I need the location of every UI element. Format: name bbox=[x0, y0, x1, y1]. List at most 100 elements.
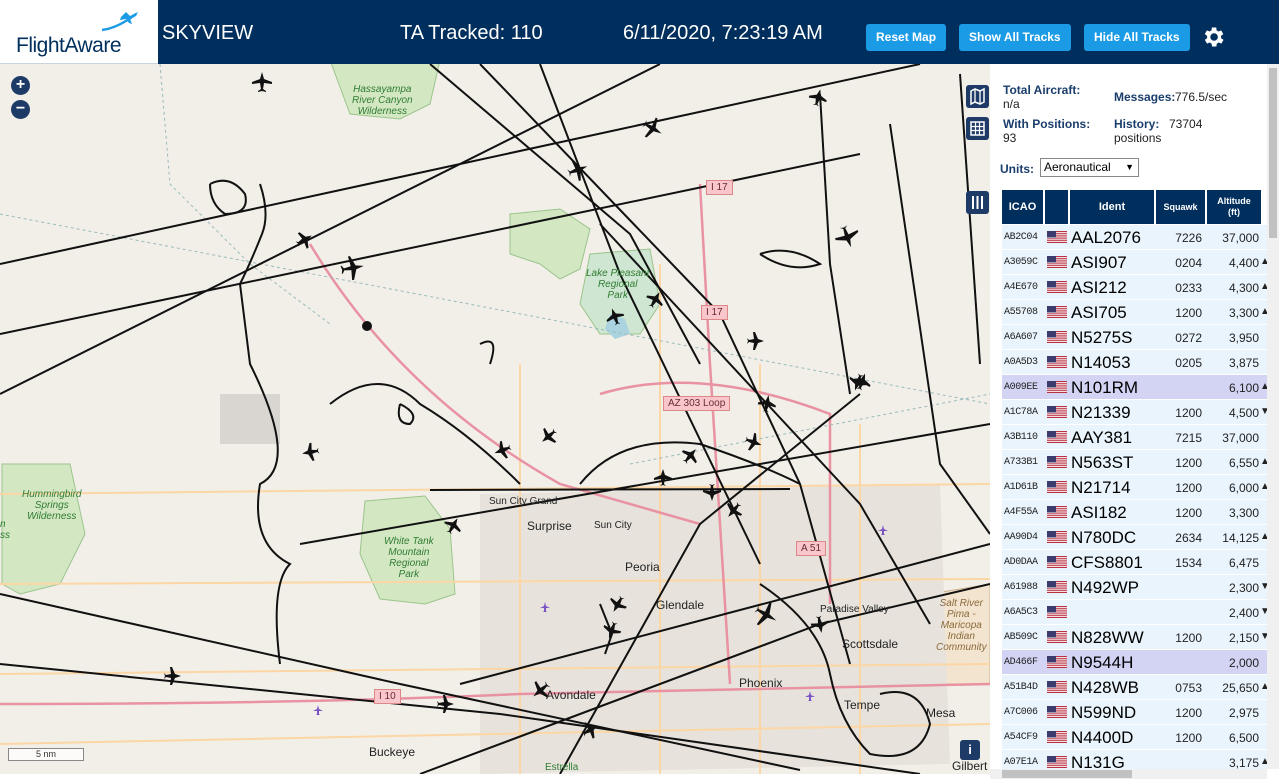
map-view[interactable]: Hassayampa River Canyon Wilderness Lake … bbox=[0, 64, 990, 774]
ident-cell: ASI182 bbox=[1071, 503, 1127, 522]
place-label: Surprise bbox=[527, 519, 572, 533]
table-row[interactable]: A6A5C3 2,400 ▼ bbox=[1002, 600, 1270, 625]
table-row[interactable]: A6A607 N5275S 0272 3,950 bbox=[1002, 325, 1267, 350]
place-label: Sun City Grand bbox=[489, 496, 558, 507]
table-row[interactable]: A0A5D3 N14053 0205 3,875 bbox=[1002, 350, 1267, 375]
top-bar: FlightAware SKYVIEW TA Tracked: 110 6/11… bbox=[0, 0, 1279, 64]
icao-cell: A4F55A bbox=[1004, 507, 1038, 518]
us-flag-icon bbox=[1047, 381, 1067, 393]
place-label: Buckeye bbox=[369, 745, 416, 759]
map-basemap bbox=[0, 64, 990, 774]
col-altitude[interactable]: Altitude (ft) bbox=[1207, 190, 1262, 224]
icao-cell: A55708 bbox=[1004, 307, 1038, 318]
info-button[interactable]: i bbox=[960, 740, 980, 760]
scrollbar-thumb[interactable] bbox=[1269, 68, 1277, 238]
altitude-cell: 6,500 bbox=[1228, 731, 1259, 745]
altitude-cell: 2,400 bbox=[1228, 606, 1259, 620]
altitude-cell: 4,300 bbox=[1228, 281, 1259, 295]
horizontal-scrollbar[interactable] bbox=[990, 769, 1267, 779]
scrollbar-thumb[interactable] bbox=[1002, 770, 1132, 778]
table-row[interactable]: AB2C04 AAL2076 7226 37,000 bbox=[1002, 225, 1267, 250]
col-flag[interactable] bbox=[1045, 190, 1069, 224]
ident-cell: ASI212 bbox=[1071, 278, 1127, 297]
icao-cell: A07E1A bbox=[1004, 757, 1038, 768]
park-label-hassayampa: Hassayampa River Canyon Wilderness bbox=[352, 84, 413, 117]
table-row[interactable]: A55708 ASI705 1200 3,300 ▲ bbox=[1002, 300, 1270, 325]
squawk-cell: 1200 bbox=[1175, 631, 1202, 645]
table-row[interactable]: AD466F N9544H 2,000 bbox=[1002, 650, 1267, 675]
messages-value: 776.5/sec bbox=[1175, 90, 1228, 104]
us-flag-icon bbox=[1047, 581, 1067, 593]
altitude-cell: 6,475 bbox=[1228, 556, 1259, 570]
table-row[interactable]: A4E670 ASI212 0233 4,300 ▲ bbox=[1002, 275, 1270, 300]
gear-icon[interactable] bbox=[1200, 24, 1226, 50]
clock: 6/11/2020, 7:23:19 AM bbox=[623, 22, 823, 44]
table-row[interactable]: AA90D4 N780DC 2634 14,125 ▲ bbox=[1002, 525, 1270, 550]
icao-cell: AD0DAA bbox=[1004, 557, 1038, 568]
icao-cell: A1D61B bbox=[1004, 482, 1038, 493]
ident-cell: N780DC bbox=[1071, 528, 1137, 547]
table-row[interactable]: A51B4D N428WB 0753 25,650 ▲ bbox=[1002, 675, 1270, 700]
squawk-cell: 1534 bbox=[1175, 556, 1202, 570]
hide-all-tracks-button[interactable]: Hide All Tracks bbox=[1084, 24, 1190, 51]
us-flag-icon bbox=[1047, 656, 1067, 668]
zoom-in-button[interactable]: + bbox=[11, 76, 30, 95]
icao-cell: A54CF9 bbox=[1004, 732, 1038, 743]
zoom-out-button[interactable]: − bbox=[11, 100, 30, 119]
tracked-count: TA Tracked: 110 bbox=[400, 22, 543, 44]
table-row[interactable]: AB509C N828WW 1200 2,150 ▼ bbox=[1002, 625, 1270, 650]
squawk-cell: 0272 bbox=[1175, 331, 1202, 345]
icao-cell: A6A607 bbox=[1004, 332, 1038, 343]
squawk-cell: 0204 bbox=[1175, 256, 1202, 270]
icao-cell: A1C78A bbox=[1004, 407, 1038, 418]
us-flag-icon bbox=[1047, 281, 1067, 293]
table-row[interactable]: A54CF9 N4400D 1200 6,500 bbox=[1002, 725, 1267, 750]
table-row[interactable]: A3B110 AAY381 7215 37,000 bbox=[1002, 425, 1267, 450]
altitude-cell: 3,175 bbox=[1228, 756, 1259, 770]
table-row[interactable]: A4F55A ASI182 1200 3,300 bbox=[1002, 500, 1267, 525]
icao-cell: A3059C bbox=[1004, 257, 1038, 268]
altitude-cell: 2,300 bbox=[1228, 581, 1259, 595]
squawk-cell: 7215 bbox=[1175, 431, 1202, 445]
altitude-cell: 37,000 bbox=[1222, 431, 1259, 445]
squawk-cell: 1200 bbox=[1175, 306, 1202, 320]
icao-cell: AA90D4 bbox=[1004, 532, 1038, 543]
squawk-cell: 1200 bbox=[1175, 456, 1202, 470]
table-row[interactable]: A7C006 N599ND 1200 2,975 bbox=[1002, 700, 1267, 725]
col-ident[interactable]: Ident bbox=[1070, 190, 1155, 224]
col-icao[interactable]: ICAO bbox=[1002, 190, 1044, 224]
us-flag-icon bbox=[1047, 531, 1067, 543]
table-row[interactable]: A1D61B N21714 1200 6,000 ▲ bbox=[1002, 475, 1270, 500]
history-value: 73704 bbox=[1169, 117, 1203, 131]
total-aircraft-value: n/a bbox=[1003, 97, 1020, 111]
positions-label: With Positions: bbox=[1003, 117, 1091, 131]
us-flag-icon bbox=[1047, 456, 1067, 468]
sidebar-toggle-button[interactable] bbox=[966, 191, 989, 214]
altitude-cell: 2,975 bbox=[1228, 706, 1259, 720]
ident-cell: N101RM bbox=[1071, 378, 1139, 397]
place-label: Tempe bbox=[844, 698, 881, 712]
table-row[interactable]: A733B1 N563ST 1200 6,550 ▲ bbox=[1002, 450, 1270, 475]
vertical-scrollbar[interactable] bbox=[1267, 64, 1279, 769]
place-label: Peoria bbox=[625, 560, 660, 574]
table-row[interactable]: AD0DAA CFS8801 1534 6,475 bbox=[1002, 550, 1267, 575]
place-label: Gilbert bbox=[952, 759, 988, 773]
table-row[interactable]: A009EE N101RM 6,100 ▲ bbox=[1002, 375, 1270, 400]
flightaware-logo[interactable]: FlightAware bbox=[0, 0, 158, 64]
ident-cell: N14053 bbox=[1071, 353, 1131, 372]
table-row[interactable]: A61988 N492WP 2,300 ▼ bbox=[1002, 575, 1270, 600]
reset-map-button[interactable]: Reset Map bbox=[866, 24, 947, 51]
col-squawk[interactable]: Squawk bbox=[1156, 190, 1206, 224]
altitude-cell: 6,550 bbox=[1228, 456, 1259, 470]
grid-toggle-button[interactable] bbox=[966, 117, 989, 140]
table-row[interactable]: A3059C ASI907 0204 4,400 ▲ bbox=[1002, 250, 1270, 275]
park-label-hummingbird: Hummingbird Springs Wilderness bbox=[22, 489, 82, 522]
units-select[interactable]: Aeronautical ▼ bbox=[1040, 158, 1139, 177]
ident-cell: N5275S bbox=[1071, 328, 1133, 347]
table-row[interactable]: A1C78A N21339 1200 4,500 ▼ bbox=[1002, 400, 1270, 425]
map-layers-button[interactable] bbox=[966, 85, 989, 108]
grid-icon bbox=[970, 121, 985, 136]
show-all-tracks-button[interactable]: Show All Tracks bbox=[959, 24, 1071, 51]
app-title: SKYVIEW bbox=[162, 22, 254, 44]
altitude-cell: 6,100 bbox=[1228, 381, 1259, 395]
